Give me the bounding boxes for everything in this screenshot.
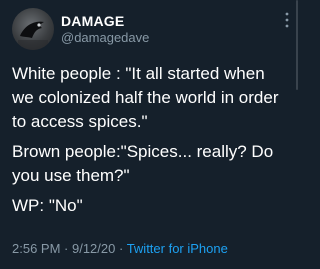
bird-silhouette-icon xyxy=(18,21,48,50)
user-handle[interactable]: @damagedave xyxy=(61,30,149,46)
tweet-paragraph: Brown people:"Spices... really? Do you u… xyxy=(12,142,274,185)
tweet-text: White people : "It all started when we c… xyxy=(12,62,288,218)
tweet-meta: 2:56 PM · 9/12/20 · Twitter for iPhone xyxy=(12,241,228,256)
tweet-time[interactable]: 2:56 PM xyxy=(12,241,60,256)
avatar[interactable] xyxy=(12,8,54,50)
tweet-paragraph: WP: "No" xyxy=(12,196,83,215)
meta-separator: · xyxy=(115,241,127,256)
tweet-card: DAMAGE @damagedave White people : "It al… xyxy=(0,0,300,269)
author-names: DAMAGE @damagedave xyxy=(61,13,149,46)
tweet-source-link[interactable]: Twitter for iPhone xyxy=(127,241,228,256)
tweet-date[interactable]: 9/12/20 xyxy=(72,241,115,256)
tweet-paragraph: White people : "It all started when we c… xyxy=(12,64,279,131)
more-options-icon[interactable] xyxy=(284,12,290,28)
display-name[interactable]: DAMAGE xyxy=(61,13,149,30)
tweet-header: DAMAGE @damagedave xyxy=(12,8,288,50)
meta-separator: · xyxy=(60,241,72,256)
scrollbar[interactable] xyxy=(296,0,298,90)
